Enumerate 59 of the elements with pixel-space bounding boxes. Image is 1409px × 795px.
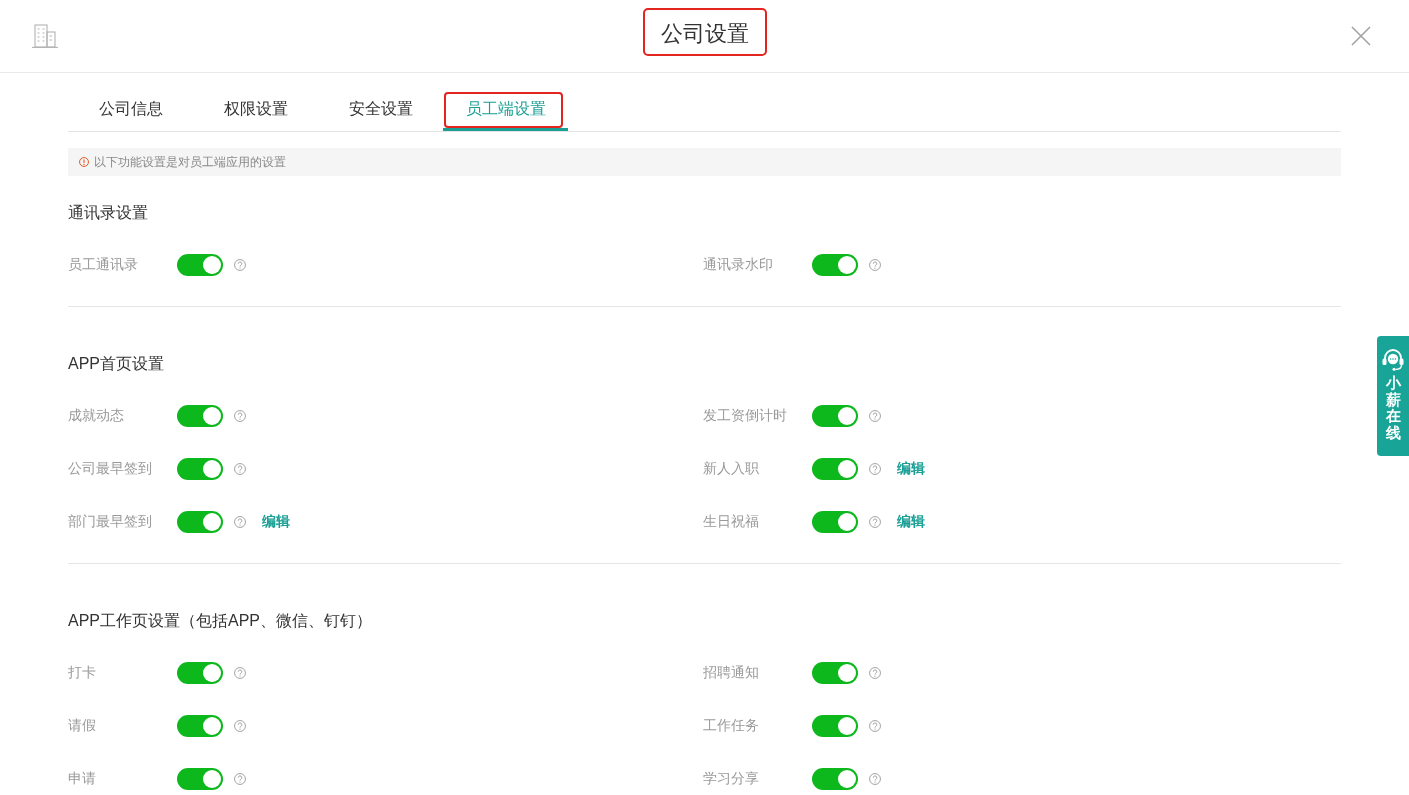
toggle-switch[interactable] bbox=[177, 458, 223, 480]
setting-label: 请假 bbox=[68, 717, 97, 735]
setting-label: 工作任务 bbox=[703, 717, 760, 735]
toggle-switch[interactable] bbox=[177, 511, 223, 533]
setting-label: 招聘通知 bbox=[703, 664, 760, 682]
dialog-title: 公司设置 bbox=[660, 19, 749, 48]
help-icon[interactable] bbox=[869, 516, 881, 528]
toggle-switch[interactable] bbox=[177, 254, 223, 276]
help-icon[interactable] bbox=[869, 773, 881, 785]
office-building-icon bbox=[32, 24, 58, 48]
toggle-switch[interactable] bbox=[177, 715, 223, 737]
toggle-switch[interactable] bbox=[812, 254, 858, 276]
help-icon[interactable] bbox=[869, 667, 881, 679]
setting-label: 生日祝福 bbox=[703, 513, 760, 531]
setting-label: 打卡 bbox=[68, 664, 97, 682]
section-heading: APP首页设置 bbox=[68, 354, 165, 374]
help-icon[interactable] bbox=[234, 410, 246, 422]
toggle-switch[interactable] bbox=[177, 662, 223, 684]
setting-label: 新人入职 bbox=[703, 460, 760, 478]
setting-label: 公司最早签到 bbox=[68, 460, 153, 478]
help-icon[interactable] bbox=[869, 410, 881, 422]
edit-link[interactable]: 编辑 bbox=[262, 513, 290, 531]
edit-link[interactable]: 编辑 bbox=[897, 513, 925, 531]
help-icon[interactable] bbox=[869, 463, 881, 475]
help-icon[interactable] bbox=[234, 720, 246, 732]
tab[interactable]: 公司信息 bbox=[68, 87, 193, 131]
toggle-switch[interactable] bbox=[812, 511, 858, 533]
setting-label: 申请 bbox=[68, 770, 97, 788]
tab[interactable]: 权限设置 bbox=[193, 87, 318, 131]
help-icon[interactable] bbox=[234, 516, 246, 528]
setting-label: 发工资倒计时 bbox=[703, 407, 788, 425]
edit-link[interactable]: 编辑 bbox=[897, 460, 925, 478]
setting-label: 员工通讯录 bbox=[68, 256, 139, 274]
toggle-switch[interactable] bbox=[812, 662, 858, 684]
setting-label: 部门最早签到 bbox=[68, 513, 153, 531]
help-icon[interactable] bbox=[869, 720, 881, 732]
section-heading: APP工作页设置（包括APP、微信、钉钉） bbox=[68, 611, 374, 631]
notice-text: 以下功能设置是对员工端应用的设置 bbox=[94, 153, 286, 171]
toggle-switch[interactable] bbox=[177, 405, 223, 427]
help-icon[interactable] bbox=[234, 259, 246, 271]
toggle-switch[interactable] bbox=[177, 768, 223, 790]
help-icon[interactable] bbox=[869, 259, 881, 271]
setting-label: 通讯录水印 bbox=[703, 256, 774, 274]
toggle-switch[interactable] bbox=[812, 458, 858, 480]
help-icon[interactable] bbox=[234, 463, 246, 475]
help-icon[interactable] bbox=[234, 773, 246, 785]
support-chat-button[interactable]: 小薪在线 bbox=[1377, 336, 1409, 456]
help-icon[interactable] bbox=[234, 667, 246, 679]
alert-icon bbox=[79, 157, 89, 167]
setting-label: 成就动态 bbox=[68, 407, 125, 425]
setting-label: 学习分享 bbox=[703, 770, 760, 788]
toggle-switch[interactable] bbox=[812, 768, 858, 790]
toggle-switch[interactable] bbox=[812, 405, 858, 427]
section-heading: 通讯录设置 bbox=[68, 203, 149, 223]
tab[interactable]: 安全设置 bbox=[318, 87, 443, 131]
headset-icon bbox=[1382, 348, 1404, 371]
toggle-switch[interactable] bbox=[812, 715, 858, 737]
tab[interactable]: 员工端设置 bbox=[443, 87, 568, 131]
close-icon[interactable] bbox=[1351, 26, 1371, 46]
